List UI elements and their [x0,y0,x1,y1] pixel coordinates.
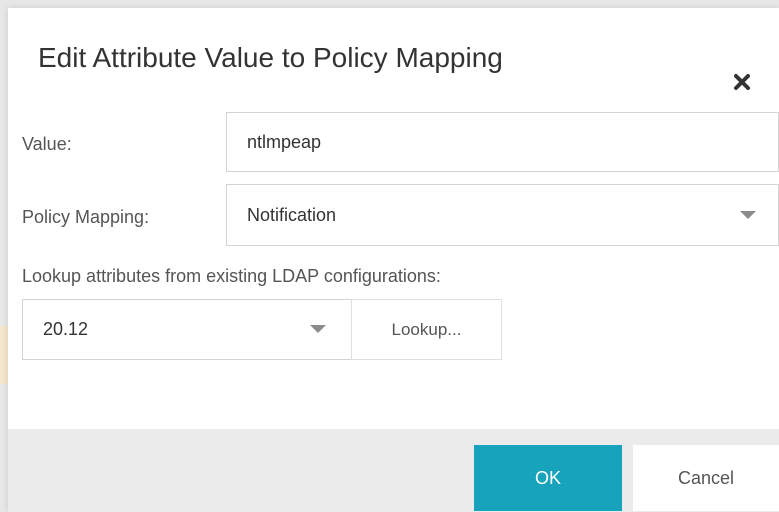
ldap-config-select[interactable]: 20.12 [22,299,352,360]
close-icon [734,74,750,90]
background-accent [0,326,8,384]
dialog-header: Edit Attribute Value to Policy Mapping [8,8,779,106]
value-input[interactable]: ntlmpeap [226,112,779,172]
dialog-title: Edit Attribute Value to Policy Mapping [38,42,503,73]
dialog-footer: OK Cancel [8,429,779,512]
lookup-attributes-label: Lookup attributes from existing LDAP con… [22,266,441,286]
lookup-button[interactable]: Lookup... [351,299,502,360]
policy-mapping-label: Policy Mapping: [22,207,150,227]
value-label: Value: [22,134,72,154]
chevron-down-icon [740,211,756,219]
chevron-down-icon [310,325,326,333]
edit-mapping-dialog: Edit Attribute Value to Policy Mapping V… [8,8,779,512]
ldap-config-value: 20.12 [43,319,89,339]
cancel-button[interactable]: Cancel [633,445,779,511]
ok-button[interactable]: OK [474,445,622,511]
close-button[interactable] [730,70,754,94]
policy-mapping-value: Notification [247,205,337,225]
page-background: Edit Attribute Value to Policy Mapping V… [0,0,779,512]
policy-mapping-select[interactable]: Notification [226,184,779,246]
